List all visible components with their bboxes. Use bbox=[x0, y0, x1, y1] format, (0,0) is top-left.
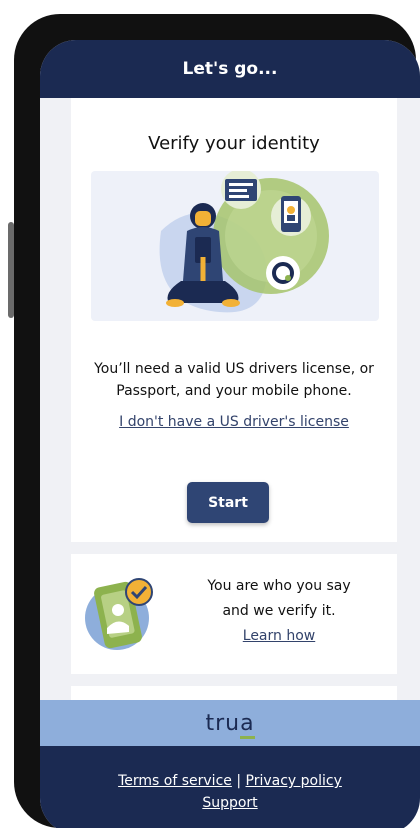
learn-how-link[interactable]: Learn how bbox=[243, 628, 315, 644]
who-line-2: and we verify it. bbox=[222, 603, 336, 619]
brand-mark: a bbox=[240, 710, 255, 739]
start-button[interactable]: Start bbox=[187, 482, 269, 523]
brand-name: tru bbox=[205, 710, 241, 736]
phone-screen: Let's go... Verify your identity You’ll … bbox=[40, 40, 420, 828]
verify-identity-card: Verify your identity You’ll need a valid… bbox=[71, 98, 397, 542]
page-header: Let's go... bbox=[40, 40, 420, 98]
description-line-2: Passport, and your mobile phone. bbox=[116, 383, 352, 399]
verified-phone-icon bbox=[85, 574, 157, 654]
trua-logo: trua bbox=[205, 710, 255, 739]
terms-of-service-link[interactable]: Terms of service bbox=[118, 773, 232, 789]
who-you-say-text: You are who you say and we verify it. Le… bbox=[189, 574, 369, 649]
privacy-policy-link[interactable]: Privacy policy bbox=[246, 773, 342, 789]
card-title: Verify your identity bbox=[148, 133, 320, 154]
description-line-1: You’ll need a valid US drivers license, … bbox=[94, 361, 374, 377]
phone-frame: Let's go... Verify your identity You’ll … bbox=[14, 14, 420, 828]
who-line-1: You are who you say bbox=[207, 578, 351, 594]
person-with-phone-illustration bbox=[159, 169, 329, 313]
support-link[interactable]: Support bbox=[202, 795, 257, 811]
who-you-say-card: You are who you say and we verify it. Le… bbox=[71, 554, 397, 674]
page-footer: Terms of service | Privacy policy Suppor… bbox=[40, 746, 420, 828]
page-title: Let's go... bbox=[182, 59, 278, 79]
no-license-row: I don't have a US driver's license bbox=[71, 414, 397, 430]
no-license-link[interactable]: I don't have a US driver's license bbox=[119, 414, 349, 430]
footer-separator: | bbox=[236, 773, 242, 789]
verify-illustration bbox=[91, 169, 379, 321]
requirements-description: You’ll need a valid US drivers license, … bbox=[71, 358, 397, 402]
brand-bar: trua bbox=[40, 700, 420, 746]
